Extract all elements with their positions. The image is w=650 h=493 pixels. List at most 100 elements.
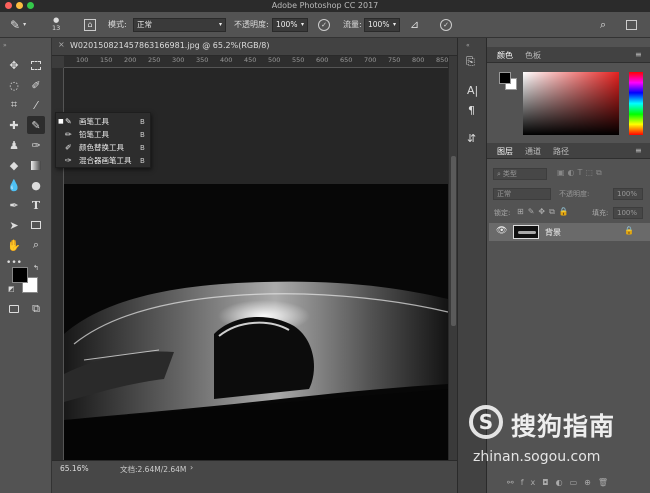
- character-panel-icon[interactable]: A|: [467, 84, 478, 97]
- ruler-tick-label: 750: [388, 56, 401, 64]
- layer-opacity-label: 不透明度:: [559, 190, 590, 198]
- pressure-opacity-icon: ✓: [318, 18, 330, 31]
- document-size: 文档:2.64M/2.64M: [120, 465, 187, 474]
- crop-tool-icon[interactable]: ⌗: [5, 96, 23, 114]
- gradient-tool-icon[interactable]: [27, 156, 45, 174]
- tab-paths[interactable]: 路径: [553, 146, 569, 157]
- adjustment-icon[interactable]: ◐: [556, 478, 570, 487]
- quick-select-tool-icon[interactable]: ✐: [27, 76, 45, 94]
- new-layer-icon[interactable]: ⊕: [584, 478, 598, 487]
- lock-icon: 🔒: [624, 226, 634, 235]
- trash-icon[interactable]: 🗑: [598, 478, 615, 487]
- marquee-tool-icon[interactable]: [27, 56, 45, 74]
- tool-preset-picker[interactable]: ✎ ▾: [10, 16, 26, 33]
- path-select-tool-icon[interactable]: ➤: [5, 216, 23, 234]
- eyedropper-tool-icon[interactable]: ⁄: [27, 96, 45, 114]
- vertical-scrollbar[interactable]: [448, 56, 457, 460]
- flyout-item-pencil[interactable]: ✏ 铅笔工具 B: [56, 128, 152, 141]
- panel-menu-icon[interactable]: ≡: [635, 50, 642, 59]
- folder-icon[interactable]: ▭: [570, 478, 585, 487]
- healing-brush-tool-icon[interactable]: ✚: [5, 116, 23, 134]
- move-tool-icon[interactable]: ✥: [5, 56, 23, 74]
- blend-mode-select[interactable]: 正常: [493, 188, 551, 200]
- mode-select[interactable]: 正常 ▾: [133, 16, 226, 33]
- search-button[interactable]: ⌕: [600, 16, 606, 33]
- chevron-down-icon: ▾: [300, 21, 304, 28]
- foreground-color-swatch[interactable]: [12, 267, 28, 283]
- layer-opacity-value: 100%: [617, 190, 638, 198]
- brush-tool-icon[interactable]: ✎: [27, 116, 45, 134]
- chevron-right-icon[interactable]: ›: [190, 463, 193, 472]
- eraser-tool-icon[interactable]: ◆: [5, 156, 23, 174]
- type-tool-icon[interactable]: T: [27, 196, 45, 214]
- collapse-icon[interactable]: »: [3, 42, 7, 49]
- mask-icon[interactable]: ◘: [542, 478, 555, 487]
- panel-menu-icon[interactable]: ≡: [635, 146, 642, 155]
- lock-icons[interactable]: ⊞✎✥⧉🔒: [517, 207, 573, 217]
- flyout-item-color-replace[interactable]: ✐ 颜色替换工具 B: [56, 141, 152, 154]
- document-tab[interactable]: × W020150821457863166981.jpg @ 65.2%(RGB…: [52, 38, 457, 56]
- swap-colors-icon[interactable]: ↰: [33, 264, 39, 272]
- foreground-color-swatch[interactable]: [499, 72, 511, 84]
- layer-filter-icons[interactable]: ▣◐T⬚⧉: [557, 168, 605, 178]
- rectangle-tool-icon[interactable]: [27, 216, 45, 234]
- blur-tool-icon[interactable]: 💧: [5, 176, 23, 194]
- link-icon[interactable]: ⚯: [507, 478, 521, 487]
- zoom-level[interactable]: 65.16%: [60, 464, 89, 473]
- properties-panel-icon[interactable]: ⇵: [467, 132, 476, 145]
- document-title: W020150821457863166981.jpg @ 65.2%(RGB/8…: [70, 41, 270, 50]
- pressure-size-icon: ✓: [440, 18, 452, 31]
- paragraph-panel-icon[interactable]: ¶: [468, 104, 475, 117]
- color-picker-field[interactable]: [523, 72, 619, 135]
- collapse-icon[interactable]: «: [466, 42, 470, 49]
- selected-indicator-icon: ■: [58, 118, 64, 125]
- watermark-brand: 搜狗指南: [511, 412, 616, 441]
- layer-row-background[interactable]: 👁 背景 🔒: [489, 223, 650, 241]
- flyout-item-label: 铅笔工具: [79, 130, 109, 139]
- flyout-item-brush[interactable]: ■ ✎ 画笔工具 B: [56, 115, 152, 128]
- scrollbar-thumb[interactable]: [451, 156, 456, 326]
- pressure-size-button[interactable]: ✓: [440, 16, 452, 33]
- ruler-tick-label: 300: [172, 56, 185, 64]
- brush-size-value: 13: [52, 24, 61, 32]
- airbrush-button[interactable]: ⊿: [410, 16, 419, 33]
- layer-filter-select[interactable]: ⌕ 类型: [493, 168, 547, 180]
- brush-panel-toggle[interactable]: ⌂: [84, 16, 96, 33]
- pressure-opacity-button[interactable]: ✓: [318, 16, 330, 33]
- ruler-tick-label: 850: [436, 56, 449, 64]
- flyout-item-mixer-brush[interactable]: ✑ 混合器画笔工具 B: [56, 154, 152, 167]
- ruler-tick-label: 550: [292, 56, 305, 64]
- history-panel-icon[interactable]: ⎘: [466, 55, 475, 69]
- hand-tool-icon[interactable]: ✋: [5, 236, 23, 254]
- eye-icon[interactable]: 👁: [496, 226, 507, 236]
- tab-color[interactable]: 颜色: [497, 50, 513, 61]
- fx-icon[interactable]: fx: [521, 478, 543, 487]
- flyout-item-shortcut: B: [140, 130, 145, 139]
- workspace-button[interactable]: [626, 16, 637, 33]
- airbrush-icon: ⊿: [410, 18, 420, 31]
- tab-channels[interactable]: 通道: [525, 146, 541, 157]
- flow-field[interactable]: 100% ▾: [364, 16, 400, 33]
- lasso-tool-icon[interactable]: ◌: [5, 76, 23, 94]
- window-title: Adobe Photoshop CC 2017: [271, 1, 379, 10]
- screen-mode-icon[interactable]: ⧉: [27, 300, 45, 318]
- pen-tool-icon[interactable]: ✒: [5, 196, 23, 214]
- dodge-tool-icon[interactable]: ●: [27, 176, 45, 194]
- tab-layers[interactable]: 图层: [497, 146, 513, 157]
- clone-stamp-tool-icon[interactable]: ♟: [5, 136, 23, 154]
- close-document-icon[interactable]: ×: [58, 40, 65, 49]
- hue-slider[interactable]: [629, 72, 643, 135]
- tab-swatches[interactable]: 色板: [525, 50, 541, 61]
- layer-opacity-field[interactable]: 100%: [613, 188, 643, 200]
- ruler-tick-label: 600: [316, 56, 329, 64]
- default-colors-icon[interactable]: ◩: [8, 285, 15, 293]
- flow-value: 100%: [368, 20, 390, 29]
- history-brush-tool-icon[interactable]: ✑: [27, 136, 45, 154]
- quick-mask-icon[interactable]: [5, 300, 23, 318]
- zoom-tool-icon[interactable]: ⌕: [27, 236, 45, 254]
- brush-tip-icon: ●: [53, 16, 60, 24]
- chevron-down-icon: ▾: [392, 21, 396, 28]
- brush-size-picker[interactable]: ● 13: [52, 16, 60, 33]
- fill-field[interactable]: 100%: [613, 207, 643, 219]
- opacity-field[interactable]: 100% ▾: [272, 16, 308, 33]
